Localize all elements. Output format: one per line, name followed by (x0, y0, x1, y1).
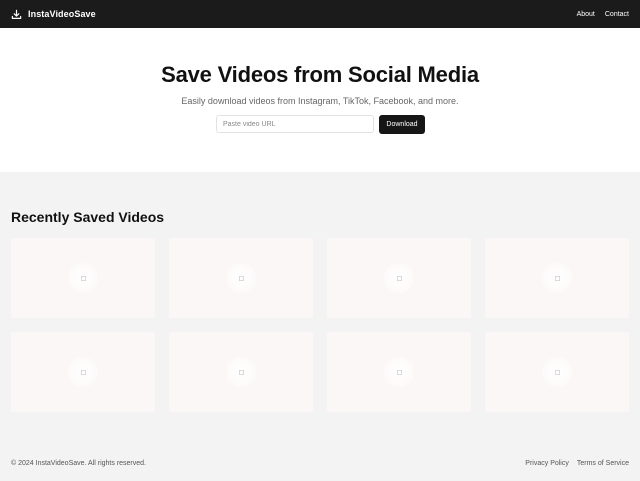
video-card[interactable] (485, 332, 629, 412)
video-card[interactable] (485, 238, 629, 318)
video-card[interactable] (169, 332, 313, 412)
video-thumbnail-icon (68, 357, 98, 387)
video-url-input[interactable] (216, 115, 374, 133)
video-card[interactable] (11, 238, 155, 318)
recent-videos-title: Recently Saved Videos (11, 209, 165, 225)
video-thumbnail-icon (384, 263, 414, 293)
brand[interactable]: InstaVideoSave (11, 9, 96, 20)
video-thumbnail-icon (542, 263, 572, 293)
nav-links: About Contact (577, 11, 629, 18)
brand-name: InstaVideoSave (28, 9, 96, 19)
video-card[interactable] (169, 238, 313, 318)
nav-contact-link[interactable]: Contact (605, 11, 629, 18)
privacy-policy-link[interactable]: Privacy Policy (525, 460, 569, 467)
hero-subtitle: Easily download videos from Instagram, T… (181, 96, 459, 106)
hero-section: Save Videos from Social Media Easily dow… (0, 28, 640, 172)
download-button[interactable]: Download (379, 115, 425, 134)
video-card[interactable] (327, 238, 471, 318)
download-icon (11, 9, 22, 20)
video-thumbnail-icon (226, 357, 256, 387)
video-thumbnail-icon (68, 263, 98, 293)
terms-of-service-link[interactable]: Terms of Service (577, 460, 629, 467)
video-thumbnail-icon (384, 357, 414, 387)
hero-title: Save Videos from Social Media (161, 62, 479, 87)
video-card[interactable] (327, 332, 471, 412)
url-form: Download (216, 115, 425, 134)
nav-about-link[interactable]: About (577, 11, 595, 18)
video-card[interactable] (11, 332, 155, 412)
video-thumbnail-icon (542, 357, 572, 387)
top-nav: InstaVideoSave About Contact (0, 0, 640, 28)
footer-links: Privacy Policy Terms of Service (525, 460, 629, 467)
recent-videos-grid (11, 238, 629, 412)
video-thumbnail-icon (226, 263, 256, 293)
footer-copyright: © 2024 InstaVideoSave. All rights reserv… (11, 460, 146, 467)
